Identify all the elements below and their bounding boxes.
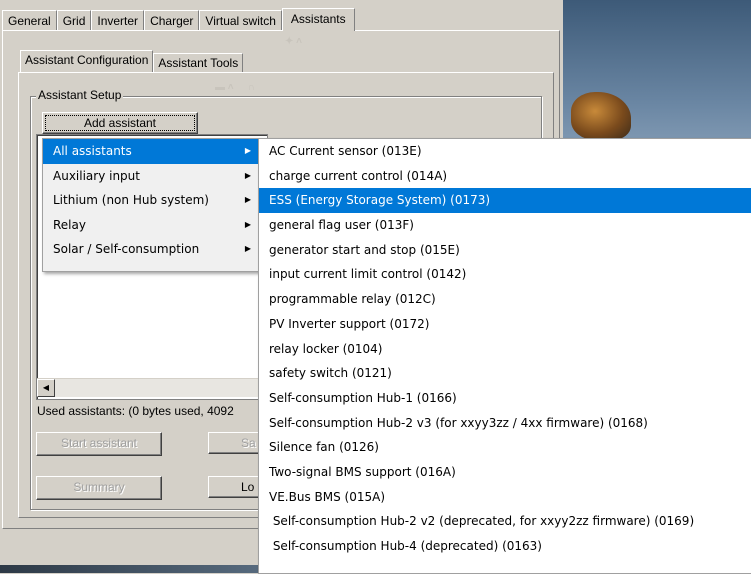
tab-grid[interactable]: Grid bbox=[56, 10, 92, 31]
menu-item-lithium[interactable]: Lithium (non Hub system) ▶ bbox=[43, 188, 259, 213]
tab-assistants[interactable]: Assistants bbox=[281, 8, 355, 31]
menu-item-ac-current-sensor[interactable]: AC Current sensor (013E) bbox=[259, 139, 751, 164]
menu-item-safety-switch[interactable]: safety switch (0121) bbox=[259, 361, 751, 386]
menu-item-label: Auxiliary input bbox=[53, 168, 140, 183]
menu-item-hub-4[interactable]: Self-consumption Hub-4 (deprecated) (016… bbox=[259, 534, 751, 559]
menu-item-vebus-bms[interactable]: VE.Bus BMS (015A) bbox=[259, 485, 751, 510]
menu-item-general-flag-user[interactable]: general flag user (013F) bbox=[259, 213, 751, 238]
menu-item-relay[interactable]: Relay ▶ bbox=[43, 213, 259, 238]
menu-item-label: Solar / Self-consumption bbox=[53, 242, 200, 256]
menu-item-pv-inverter-support[interactable]: PV Inverter support (0172) bbox=[259, 312, 751, 337]
menu-item-hub-1[interactable]: Self-consumption Hub-1 (0166) bbox=[259, 386, 751, 411]
menu-item-solar-self-consumption[interactable]: Solar / Self-consumption ▶ bbox=[43, 237, 259, 262]
menu-item-programmable-relay[interactable]: programmable relay (012C) bbox=[259, 287, 751, 312]
submenu-arrow-icon: ▶ bbox=[244, 195, 251, 204]
start-assistant-button[interactable]: Start assistant bbox=[36, 432, 162, 456]
menu-item-all-assistants[interactable]: All assistants ▶ bbox=[43, 139, 259, 164]
summary-button[interactable]: Summary bbox=[36, 476, 162, 500]
assistant-submenu: AC Current sensor (013E) charge current … bbox=[258, 138, 751, 574]
submenu-arrow-icon: ▶ bbox=[244, 146, 251, 155]
scroll-left-icon[interactable]: ◀ bbox=[37, 379, 55, 397]
tab-charger[interactable]: Charger bbox=[144, 10, 200, 31]
group-label: Assistant Setup bbox=[36, 88, 124, 102]
sub-tab-bar: Assistant Configuration Assistant Tools bbox=[20, 50, 244, 72]
menu-item-ess[interactable]: ESS (Energy Storage System) (0173) bbox=[259, 188, 751, 214]
used-assistants-text: Used assistants: (0 bytes used, 4092 bbox=[37, 404, 234, 418]
menu-item-hub-2-v2[interactable]: Self-consumption Hub-2 v2 (deprecated, f… bbox=[259, 509, 751, 534]
menu-item-silence-fan[interactable]: Silence fan (0126) bbox=[259, 435, 751, 460]
tab-inverter[interactable]: Inverter bbox=[91, 10, 145, 31]
menu-item-label: Lithium (non Hub system) bbox=[53, 193, 209, 207]
tab-virtual-switch[interactable]: Virtual switch bbox=[199, 10, 282, 31]
menu-item-relay-locker[interactable]: relay locker (0104) bbox=[259, 337, 751, 362]
menu-item-generator-start-stop[interactable]: generator start and stop (015E) bbox=[259, 238, 751, 263]
submenu-arrow-icon: ▶ bbox=[244, 170, 251, 180]
submenu-arrow-icon: ▶ bbox=[244, 219, 251, 229]
tab-general[interactable]: General bbox=[2, 10, 57, 31]
menu-item-hub-2-v3[interactable]: Self-consumption Hub-2 v3 (for xxyy3zz /… bbox=[259, 411, 751, 436]
menu-item-charge-current-control[interactable]: charge current control (014A) bbox=[259, 164, 751, 189]
rock-image bbox=[571, 92, 631, 140]
submenu-arrow-icon: ▶ bbox=[244, 244, 251, 253]
add-assistant-button[interactable]: Add assistant bbox=[42, 112, 198, 134]
menu-item-label: Relay bbox=[53, 217, 86, 232]
menu-item-input-current-limit[interactable]: input current limit control (0142) bbox=[259, 262, 751, 287]
menu-item-auxiliary-input[interactable]: Auxiliary input ▶ bbox=[43, 164, 259, 189]
menu-item-two-signal-bms[interactable]: Two-signal BMS support (016A) bbox=[259, 460, 751, 485]
menu-item-label: All assistants bbox=[53, 144, 132, 158]
main-tab-bar: General Grid Inverter Charger Virtual sw… bbox=[2, 8, 355, 31]
horizontal-scrollbar[interactable]: ◀ bbox=[37, 378, 265, 397]
tab-assistant-configuration[interactable]: Assistant Configuration bbox=[20, 50, 154, 72]
category-menu: All assistants ▶ Auxiliary input ▶ Lithium… bbox=[42, 138, 260, 272]
tab-assistant-tools[interactable]: Assistant Tools bbox=[153, 53, 244, 72]
background-watermark: ✦ ˄ bbox=[285, 36, 302, 47]
